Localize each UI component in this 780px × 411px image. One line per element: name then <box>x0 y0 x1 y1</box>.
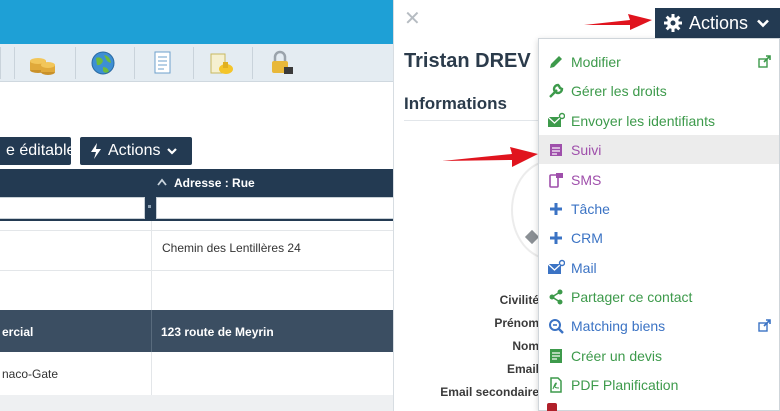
menu-item-label: Envoyer les identifiants <box>571 112 715 129</box>
editable-toggle-label: e éditable <box>6 142 76 159</box>
menu-item-envoyer-identifiants[interactable]: Envoyer les identifiants <box>539 106 779 135</box>
contact-name: Tristan DREV <box>404 50 531 72</box>
column-header-address[interactable]: Adresse : Rue <box>174 176 255 190</box>
table-cell-address[interactable]: Chemin des Lentillères 24 <box>162 241 301 255</box>
field-label-email-secondaire: Email secondaire <box>440 385 539 399</box>
red-arrow-annotation <box>442 147 538 167</box>
plus-icon <box>550 231 562 244</box>
contact-actions-button[interactable]: Actions <box>655 8 780 38</box>
gear-icon <box>664 14 682 32</box>
envelope-icon <box>547 112 565 127</box>
menu-item-label: Tâche <box>571 200 610 217</box>
menu-item-label: Mail <box>571 259 597 276</box>
match-icon <box>549 318 564 334</box>
menu-item-label: Créer un devis <box>571 347 663 364</box>
list-actions-button[interactable]: Actions <box>80 137 192 165</box>
group-column-divider <box>151 310 152 352</box>
menu-item-tache[interactable]: Tâche <box>539 194 779 223</box>
menu-item-mail[interactable]: Mail <box>539 253 779 282</box>
field-label-nom: Nom <box>512 339 539 353</box>
phone-icon <box>549 172 563 188</box>
coins-icon[interactable] <box>14 47 68 79</box>
external-link-icon <box>758 55 771 68</box>
mail-icon <box>547 259 565 274</box>
filter-input-address[interactable] <box>156 197 395 219</box>
padlock-icon[interactable] <box>252 47 306 79</box>
menu-item-label: Modifier <box>571 53 621 70</box>
menu-item-pdf-planification[interactable]: PDF Planification <box>539 370 779 399</box>
menu-item-suivi[interactable]: Suivi <box>539 135 779 164</box>
menu-item-partager[interactable]: Partager ce contact <box>539 282 779 311</box>
column-resize-handle[interactable] <box>148 205 151 208</box>
menu-item-label: Suivi <box>571 141 602 158</box>
plus-icon <box>550 202 562 215</box>
menu-item-crm[interactable]: CRM <box>539 223 779 252</box>
menu-item-matching-biens[interactable]: Matching biens <box>539 311 779 340</box>
field-label-email: Email <box>506 362 539 376</box>
contact-actions-label: Actions <box>689 12 749 33</box>
folder-key-icon[interactable] <box>193 47 247 79</box>
actions-dropdown-menu: Modifier Gérer les droits Envoyer les id… <box>538 38 780 411</box>
note-icon <box>550 143 562 156</box>
table-row[interactable] <box>0 395 395 411</box>
menu-item-label: CRM <box>571 229 603 246</box>
quote-icon <box>550 348 562 363</box>
section-title-informations: Informations <box>404 94 507 113</box>
share-icon <box>549 289 563 304</box>
globe-icon[interactable] <box>75 47 129 79</box>
group-cell-left: ercial <box>2 325 34 339</box>
editable-toggle-button[interactable]: e éditable <box>0 137 75 165</box>
external-link-icon <box>758 319 771 332</box>
list-actions-label: Actions <box>108 142 161 159</box>
next-menu-item-icon <box>547 403 557 411</box>
bolt-icon <box>91 143 101 159</box>
column-divider <box>151 221 152 310</box>
menu-item-label: Gérer les droits <box>571 82 667 99</box>
column-divider <box>151 352 152 395</box>
menu-item-label: SMS <box>571 171 602 188</box>
sort-up-icon[interactable] <box>157 178 167 186</box>
pencil-icon <box>550 55 562 68</box>
row-divider <box>0 230 395 231</box>
menu-item-label: Matching biens <box>571 317 666 334</box>
screen: e éditable Actions Adresse : Rue Chemin … <box>0 0 780 411</box>
table-cell-left[interactable]: naco-Gate <box>2 367 58 381</box>
close-icon[interactable]: ✕ <box>404 6 421 31</box>
field-label-prenom: Prénom <box>494 316 539 330</box>
chevron-down-icon <box>757 19 769 28</box>
document-icon[interactable] <box>134 47 188 79</box>
filter-input-left[interactable] <box>0 197 145 219</box>
section-divider <box>404 120 540 121</box>
app-header-bar <box>0 0 395 44</box>
module-icon-bar <box>0 44 395 82</box>
menu-item-sms[interactable]: SMS <box>539 165 779 194</box>
pdf-icon <box>550 376 562 393</box>
menu-item-gerer-droits[interactable]: Gérer les droits <box>539 76 779 105</box>
chevron-down-icon <box>167 148 178 155</box>
row-divider <box>0 270 395 271</box>
menu-item-label: PDF Planification <box>571 376 679 393</box>
menu-item-modifier[interactable]: Modifier <box>539 47 779 76</box>
menu-item-creer-devis[interactable]: Créer un devis <box>539 341 779 370</box>
field-label-civilite: Civilité <box>499 293 539 307</box>
wrench-icon <box>549 83 564 98</box>
group-cell-right: 123 route de Meyrin <box>161 325 274 339</box>
red-arrow-annotation <box>584 14 652 30</box>
menu-item-label: Partager ce contact <box>571 288 693 305</box>
